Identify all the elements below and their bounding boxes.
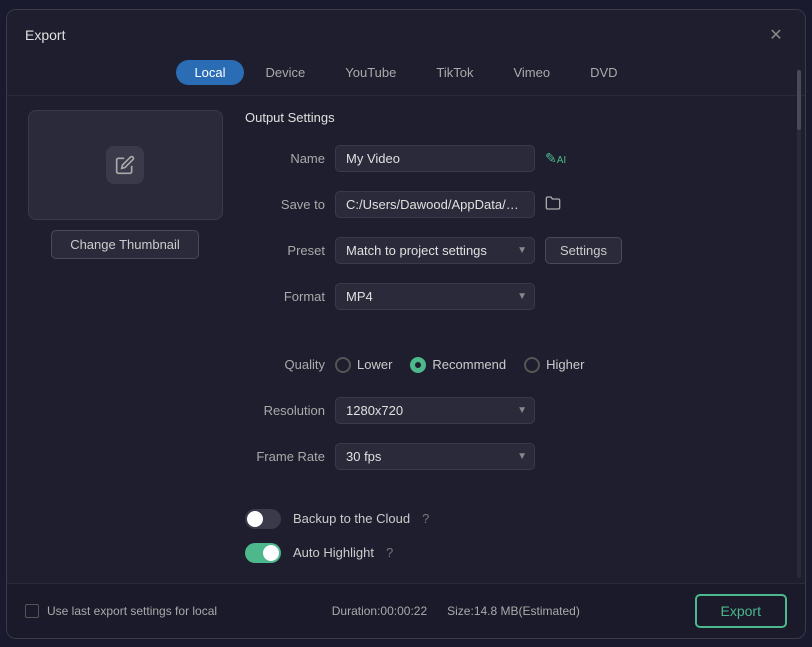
- quality-label: Quality: [245, 357, 325, 372]
- change-thumbnail-button[interactable]: Change Thumbnail: [51, 230, 199, 259]
- dialog-title: Export: [25, 27, 65, 43]
- auto-highlight-label: Auto Highlight: [293, 545, 374, 560]
- scrollbar-track: [797, 70, 801, 578]
- tab-youtube[interactable]: YouTube: [327, 60, 414, 85]
- ai-icon[interactable]: ✎AI: [545, 150, 566, 167]
- settings-button[interactable]: Settings: [545, 237, 622, 264]
- quality-recommend[interactable]: Recommend: [410, 357, 506, 373]
- tab-tiktok[interactable]: TikTok: [418, 60, 491, 85]
- format-select[interactable]: MP4: [335, 283, 535, 310]
- quality-higher[interactable]: Higher: [524, 357, 584, 373]
- format-row: Format MP4 ▼: [245, 281, 787, 313]
- quality-options: Lower Recommend Higher: [335, 357, 584, 373]
- quality-lower[interactable]: Lower: [335, 357, 392, 373]
- save-to-label: Save to: [245, 197, 325, 212]
- preset-select-wrap: Match to project settings ▼: [335, 237, 535, 264]
- quality-recommend-label: Recommend: [432, 357, 506, 372]
- thumbnail-preview: [28, 110, 223, 220]
- quality-lower-label: Lower: [357, 357, 392, 372]
- resolution-select-wrap: 1280x720 ▼: [335, 397, 535, 424]
- backup-toggle-thumb: [247, 511, 263, 527]
- tab-vimeo[interactable]: Vimeo: [495, 60, 568, 85]
- tab-bar: Local Device YouTube TikTok Vimeo DVD: [7, 56, 805, 96]
- frame-rate-select[interactable]: 30 fps: [335, 443, 535, 470]
- resolution-label: Resolution: [245, 403, 325, 418]
- frame-rate-select-wrap: 30 fps ▼: [335, 443, 535, 470]
- export-button[interactable]: Export: [695, 594, 787, 628]
- left-panel: Change Thumbnail: [25, 110, 225, 569]
- resolution-select[interactable]: 1280x720: [335, 397, 535, 424]
- quality-recommend-radio[interactable]: [410, 357, 426, 373]
- section-title: Output Settings: [245, 110, 787, 125]
- tab-local[interactable]: Local: [176, 60, 243, 85]
- duration-label: Duration:00:00:22: [332, 604, 427, 618]
- backup-row: Backup to the Cloud ?: [245, 509, 787, 529]
- frame-rate-row: Frame Rate 30 fps ▼: [245, 441, 787, 473]
- content-area: Change Thumbnail Output Settings Name ✎A…: [7, 96, 805, 583]
- backup-toggle[interactable]: [245, 509, 281, 529]
- size-label: Size:14.8 MB(Estimated): [447, 604, 580, 618]
- title-bar: Export ✕: [7, 10, 805, 56]
- footer: Use last export settings for local Durat…: [7, 583, 805, 638]
- tab-device[interactable]: Device: [248, 60, 324, 85]
- close-button[interactable]: ✕: [765, 24, 787, 46]
- auto-highlight-help-icon[interactable]: ?: [386, 545, 393, 560]
- quality-lower-radio[interactable]: [335, 357, 351, 373]
- preset-select[interactable]: Match to project settings: [335, 237, 535, 264]
- save-to-row: Save to: [245, 189, 787, 221]
- resolution-row: Resolution 1280x720 ▼: [245, 395, 787, 427]
- format-select-wrap: MP4 ▼: [335, 283, 535, 310]
- name-label: Name: [245, 151, 325, 166]
- backup-label: Backup to the Cloud: [293, 511, 410, 526]
- last-settings-checkbox[interactable]: [25, 604, 39, 618]
- folder-icon[interactable]: [545, 195, 561, 214]
- export-dialog: Export ✕ Local Device YouTube TikTok Vim…: [6, 9, 806, 639]
- tab-dvd[interactable]: DVD: [572, 60, 635, 85]
- auto-highlight-row: Auto Highlight ?: [245, 543, 787, 563]
- preset-row: Preset Match to project settings ▼ Setti…: [245, 235, 787, 267]
- preset-label: Preset: [245, 243, 325, 258]
- name-row: Name ✎AI: [245, 143, 787, 175]
- right-panel: Output Settings Name ✎AI Save to Prese: [245, 110, 787, 569]
- scrollbar-thumb[interactable]: [797, 70, 801, 130]
- format-label: Format: [245, 289, 325, 304]
- quality-higher-radio[interactable]: [524, 357, 540, 373]
- auto-highlight-toggle[interactable]: [245, 543, 281, 563]
- last-settings-label: Use last export settings for local: [47, 604, 217, 618]
- auto-highlight-toggle-thumb: [263, 545, 279, 561]
- last-settings-row: Use last export settings for local: [25, 604, 217, 618]
- name-input[interactable]: [335, 145, 535, 172]
- quality-row: Quality Lower Recommend Higher: [245, 349, 787, 381]
- frame-rate-label: Frame Rate: [245, 449, 325, 464]
- backup-help-icon[interactable]: ?: [422, 511, 429, 526]
- quality-higher-label: Higher: [546, 357, 584, 372]
- footer-info: Duration:00:00:22 Size:14.8 MB(Estimated…: [332, 604, 580, 618]
- thumbnail-icon: [106, 146, 144, 184]
- save-to-input[interactable]: [335, 191, 535, 218]
